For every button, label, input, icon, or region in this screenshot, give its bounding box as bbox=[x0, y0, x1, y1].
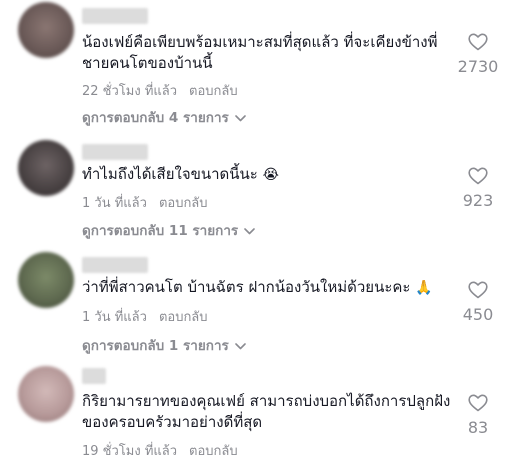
like-button[interactable]: 83 bbox=[453, 394, 503, 437]
folded-hands-emoji: 🙏 bbox=[415, 280, 433, 296]
reply-button[interactable]: ตอบกลับ bbox=[159, 196, 208, 211]
like-button[interactable]: 923 bbox=[453, 167, 503, 210]
chevron-down-icon bbox=[234, 110, 246, 126]
view-replies-link[interactable]: ดูการตอบกลับ 4 รายการ bbox=[82, 106, 246, 128]
username-blurred[interactable] bbox=[82, 257, 148, 273]
reply-button[interactable]: ตอบกลับ bbox=[159, 310, 208, 325]
comment-item: ทำไมถึงได้เสียใจขนาดนี้นะ 😭 1 วัน ที่แล้… bbox=[0, 140, 521, 245]
reply-button[interactable]: ตอบกลับ bbox=[189, 444, 238, 459]
username-blurred[interactable] bbox=[82, 144, 148, 160]
comment-item: น้องเฟย์คือเพียบพร้อมเหมาะสมที่สุดแล้ว ท… bbox=[0, 0, 521, 130]
comment-item: ว่าที่พี่สาวคนโต บ้านฉัตร ฝากน้องวันใหม่… bbox=[0, 252, 521, 357]
avatar[interactable] bbox=[18, 366, 74, 422]
comment-meta: 22 ชั่วโมง ที่แล้ว ตอบกลับ bbox=[82, 80, 238, 101]
timestamp: 19 ชั่วโมง ที่แล้ว bbox=[82, 444, 178, 459]
timestamp: 1 วัน ที่แล้ว bbox=[82, 196, 147, 211]
heart-icon bbox=[453, 281, 503, 299]
view-replies-label: ดูการตอบกลับ 1 รายการ bbox=[82, 338, 229, 354]
reply-button[interactable]: ตอบกลับ bbox=[189, 84, 238, 99]
heart-icon bbox=[453, 394, 503, 412]
like-count: 450 bbox=[462, 305, 494, 324]
view-replies-label: ดูการตอบกลับ 4 รายการ bbox=[82, 110, 229, 126]
avatar[interactable] bbox=[18, 140, 74, 196]
like-count: 2730 bbox=[457, 57, 499, 76]
timestamp: 1 วัน ที่แล้ว bbox=[82, 310, 147, 325]
like-count: 923 bbox=[462, 191, 494, 210]
view-replies-label: ดูการตอบกลับ 11 รายการ bbox=[82, 223, 239, 239]
username-blurred[interactable] bbox=[82, 368, 106, 384]
chevron-down-icon bbox=[244, 223, 255, 239]
comment-item: กิริยามารยาทของคุณเฟย์ สามารถบ่งบอกได้ถึ… bbox=[0, 364, 521, 474]
like-button[interactable]: 2730 bbox=[453, 33, 503, 76]
heart-icon bbox=[453, 33, 503, 51]
crying-face-emoji: 😭 bbox=[262, 167, 279, 183]
like-button[interactable]: 450 bbox=[453, 281, 503, 324]
chevron-down-icon bbox=[234, 338, 246, 354]
avatar[interactable] bbox=[18, 2, 74, 58]
comment-text: กิริยามารยาทของคุณเฟย์ สามารถบ่งบอกได้ถึ… bbox=[82, 391, 462, 433]
username-blurred[interactable] bbox=[82, 8, 148, 24]
like-count: 83 bbox=[467, 418, 489, 437]
comment-text-line: ชายคนโตของบ้านนี้ bbox=[82, 54, 213, 72]
comment-text-line: น้องเฟย์คือเพียบพร้อมเหมาะสมที่สุดแล้ว ท… bbox=[82, 33, 438, 51]
heart-icon bbox=[453, 167, 503, 185]
comment-text-line: กิริยามารยาทของคุณเฟย์ สามารถบ่งบอกได้ถึ… bbox=[82, 392, 451, 410]
comment-text-line: ของครอบครัวมาอย่างดีที่สุด bbox=[82, 413, 263, 431]
comment-text: ว่าที่พี่สาวคนโต บ้านฉัตร ฝากน้องวันใหม่… bbox=[82, 277, 462, 299]
view-replies-link[interactable]: ดูการตอบกลับ 1 รายการ bbox=[82, 334, 246, 356]
timestamp: 22 ชั่วโมง ที่แล้ว bbox=[82, 84, 178, 99]
comment-text: ทำไมถึงได้เสียใจขนาดนี้นะ 😭 bbox=[82, 164, 462, 186]
avatar[interactable] bbox=[18, 252, 74, 308]
comment-meta: 1 วัน ที่แล้ว ตอบกลับ bbox=[82, 192, 208, 213]
comment-text: น้องเฟย์คือเพียบพร้อมเหมาะสมที่สุดแล้ว ท… bbox=[82, 32, 462, 74]
view-replies-link[interactable]: ดูการตอบกลับ 11 รายการ bbox=[82, 219, 255, 241]
comment-text-line: ทำไมถึงได้เสียใจขนาดนี้นะ bbox=[82, 165, 258, 183]
comment-meta: 19 ชั่วโมง ที่แล้ว ตอบกลับ bbox=[82, 440, 238, 461]
comment-meta: 1 วัน ที่แล้ว ตอบกลับ bbox=[82, 306, 208, 327]
comment-text-line: ว่าที่พี่สาวคนโต บ้านฉัตร ฝากน้องวันใหม่… bbox=[82, 278, 411, 296]
